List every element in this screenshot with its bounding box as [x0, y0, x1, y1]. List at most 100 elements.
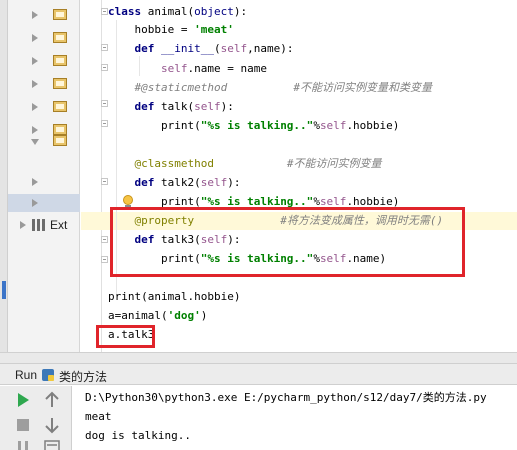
expand-arrow-icon[interactable] [32, 199, 38, 207]
fold-toggle-icon[interactable] [101, 44, 108, 51]
tree-item-folder[interactable] [8, 75, 80, 93]
expand-arrow-icon[interactable] [32, 11, 38, 19]
expand-arrow-icon[interactable] [32, 178, 38, 186]
run-console-output[interactable]: D:\Python30\python3.exe E:/pycharm_pytho… [73, 386, 517, 450]
code-token: % [313, 119, 320, 132]
expand-arrow-icon[interactable] [32, 57, 38, 65]
tree-item-folder[interactable] [8, 98, 80, 116]
fold-toggle-icon[interactable] [101, 100, 108, 107]
code-token: ): [233, 5, 248, 18]
annotation-box-call [96, 325, 155, 348]
console-line-output: meat [85, 410, 112, 423]
fold-toggle-icon[interactable] [101, 64, 108, 71]
folder-icon [53, 32, 67, 43]
scroll-marker [2, 281, 6, 299]
code-line[interactable]: class animal(object): [108, 3, 247, 21]
fold-toggle-icon[interactable] [101, 178, 108, 185]
editor-splitter[interactable] [0, 352, 517, 363]
pause-icon[interactable] [14, 438, 32, 450]
code-line[interactable]: #@staticmethod #不能访问实例变量和类变量 [108, 79, 432, 97]
folder-icon [53, 9, 67, 20]
folder-icon [53, 55, 67, 66]
code-token: self [200, 176, 228, 189]
code-token: def [134, 100, 161, 113]
code-token: a=animal( [108, 309, 168, 322]
code-line[interactable]: print("%s is talking.."%self.hobbie) [108, 117, 399, 135]
soft-wrap-icon[interactable] [43, 438, 61, 450]
code-token: #不能访问实例变量 [213, 157, 382, 170]
code-token: def [134, 176, 161, 189]
run-panel-title[interactable]: Run [15, 368, 37, 382]
code-token: self [319, 119, 347, 132]
code-token: @classmethod [134, 157, 214, 170]
console-line-output: dog is talking.. [85, 429, 191, 442]
tree-item-selected[interactable] [8, 194, 80, 212]
code-token: ): [220, 100, 234, 113]
expand-arrow-icon[interactable] [32, 103, 38, 111]
tree-item-folder-open[interactable] [8, 132, 80, 150]
code-token: ( [213, 42, 221, 55]
code-line[interactable]: self.name = name [108, 60, 267, 78]
code-line[interactable]: @classmethod #不能访问实例变量 [108, 155, 382, 173]
external-libraries-label: Ext [50, 218, 68, 232]
expand-arrow-icon[interactable] [32, 80, 38, 88]
fold-toggle-icon[interactable] [101, 120, 108, 127]
code-line[interactable]: def talk2(self): [108, 174, 241, 192]
code-token: self [194, 100, 221, 113]
code-token: #@staticmethod #不能访问实例变量和类变量 [108, 81, 433, 94]
tree-item-external-libraries[interactable]: Ext [8, 216, 80, 234]
scroll-up-arrow-icon[interactable] [43, 391, 61, 409]
expand-arrow-icon[interactable] [20, 221, 26, 229]
fold-toggle-icon[interactable] [101, 256, 108, 263]
run-config-tab[interactable]: 类的方法 [59, 368, 107, 385]
python-icon [42, 369, 54, 381]
run-toolbar [0, 386, 72, 450]
tree-item-folder[interactable] [8, 6, 80, 24]
code-token: print( [108, 119, 201, 132]
code-editor[interactable]: class animal(object): hobbie = 'meat' de… [81, 0, 517, 352]
code-token: self [160, 62, 188, 75]
tool-window-strip [0, 0, 8, 352]
code-token: hobbie = [108, 23, 195, 36]
code-token: .name = name [187, 62, 267, 75]
expand-arrow-icon[interactable] [32, 34, 38, 42]
code-token: 'meat' [194, 23, 234, 36]
code-token: talk( [161, 100, 195, 113]
code-line[interactable]: def __init__(self,name): [108, 40, 294, 58]
code-token: class [108, 5, 148, 18]
tree-item-folder[interactable] [8, 29, 80, 47]
folder-icon [53, 101, 67, 112]
code-token: print(animal.hobbie) [108, 290, 241, 303]
folder-icon [53, 135, 67, 146]
fold-toggle-icon[interactable] [101, 8, 108, 15]
code-line[interactable]: hobbie = 'meat' [108, 21, 234, 39]
code-line[interactable]: def talk(self): [108, 98, 234, 116]
project-tool-window: Ext [0, 0, 80, 352]
code-token: self [220, 42, 248, 55]
code-token: ,name): [247, 42, 294, 55]
code-line[interactable]: a=animal('dog') [108, 307, 207, 325]
code-token: ) [200, 309, 208, 322]
folder-icon [53, 78, 67, 89]
code-token: 'dog' [167, 309, 201, 322]
stop-icon[interactable] [14, 416, 32, 434]
scroll-down-arrow-icon[interactable] [43, 416, 61, 434]
code-line[interactable]: print(animal.hobbie) [108, 288, 240, 306]
library-icon [32, 219, 46, 231]
code-token: ): [227, 176, 241, 189]
rerun-icon[interactable] [14, 391, 32, 409]
annotation-box-property [110, 207, 465, 277]
code-token: talk2( [161, 176, 201, 189]
code-token: .hobbie) [346, 119, 400, 132]
collapse-arrow-icon[interactable] [31, 139, 39, 145]
fold-toggle-icon[interactable] [101, 236, 108, 243]
tree-item-folder[interactable] [8, 52, 80, 70]
code-token: "%s is talking.." [200, 119, 314, 132]
code-token: __init__ [161, 42, 214, 55]
tree-item-collapsed[interactable] [8, 173, 80, 191]
run-tool-window-header: Run 类的方法 [0, 363, 517, 385]
